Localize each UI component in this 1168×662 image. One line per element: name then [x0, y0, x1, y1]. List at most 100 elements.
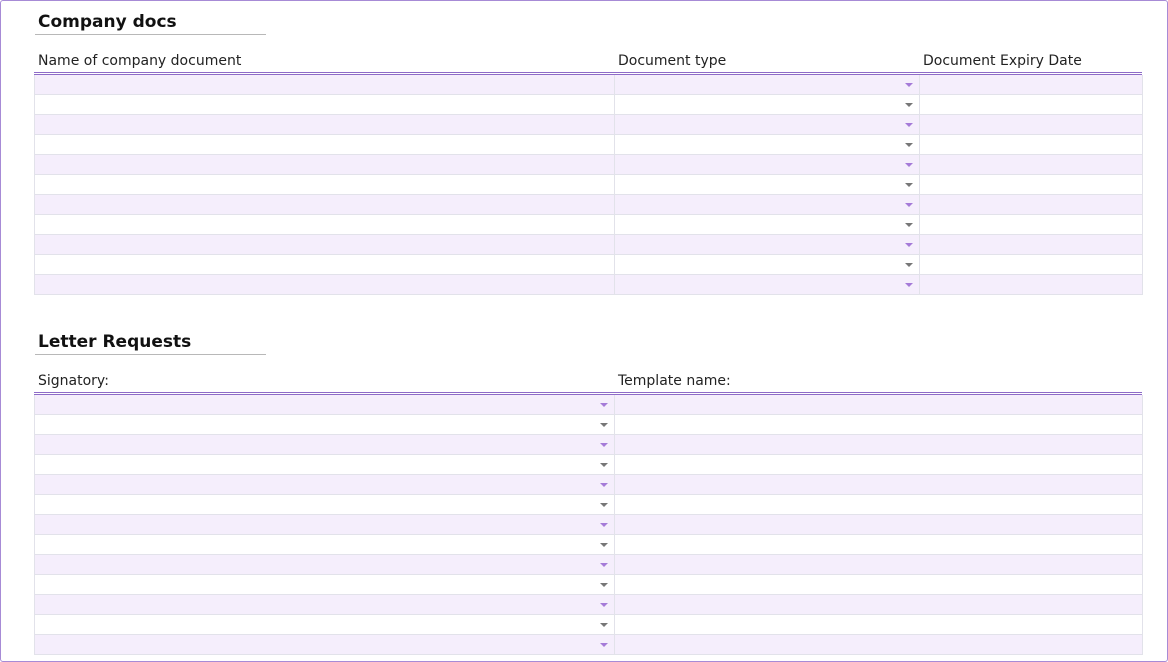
- company-docs-cell-document-type[interactable]: [615, 255, 920, 274]
- dropdown-arrow-icon[interactable]: [600, 463, 608, 467]
- dropdown-arrow-icon[interactable]: [600, 603, 608, 607]
- company-docs-cell-document-name[interactable]: [34, 175, 615, 194]
- letter-requests-row: [34, 615, 1143, 635]
- dropdown-arrow-icon[interactable]: [905, 143, 913, 147]
- company-docs-cell-document-name[interactable]: [34, 115, 615, 134]
- company-docs-cell-document-name[interactable]: [34, 275, 615, 294]
- dropdown-arrow-icon[interactable]: [600, 443, 608, 447]
- company-docs-cell-document-expiry-date[interactable]: [920, 155, 1143, 174]
- company-docs-cell-document-expiry-date[interactable]: [920, 115, 1143, 134]
- company-docs-cell-document-name[interactable]: [34, 75, 615, 94]
- company-docs-cell-document-name[interactable]: [34, 255, 615, 274]
- letter-requests-row: [34, 595, 1143, 615]
- company-docs-cell-document-name[interactable]: [34, 95, 615, 114]
- company-docs-table: [34, 75, 1143, 295]
- company-docs-row: [34, 215, 1143, 235]
- letter-requests-cell-signatory[interactable]: [34, 635, 615, 654]
- company-docs-cell-document-expiry-date[interactable]: [920, 175, 1143, 194]
- letter-requests-cell-template-name[interactable]: [615, 495, 1143, 514]
- letter-requests-cell-signatory[interactable]: [34, 615, 615, 634]
- dropdown-arrow-icon[interactable]: [600, 543, 608, 547]
- dropdown-arrow-icon[interactable]: [905, 283, 913, 287]
- letter-requests-row: [34, 535, 1143, 555]
- company-docs-cell-document-name[interactable]: [34, 235, 615, 254]
- letter-requests-cell-signatory[interactable]: [34, 515, 615, 534]
- company-docs-cell-document-name[interactable]: [34, 195, 615, 214]
- letter-requests-cell-template-name[interactable]: [615, 435, 1143, 454]
- company-docs-row: [34, 75, 1143, 95]
- company-docs-cell-document-expiry-date[interactable]: [920, 195, 1143, 214]
- letter-requests-row: [34, 575, 1143, 595]
- dropdown-arrow-icon[interactable]: [600, 563, 608, 567]
- letter-requests-cell-signatory[interactable]: [34, 495, 615, 514]
- letter-requests-cell-signatory[interactable]: [34, 535, 615, 554]
- dropdown-arrow-icon[interactable]: [600, 423, 608, 427]
- dropdown-arrow-icon[interactable]: [600, 523, 608, 527]
- letter-requests-cell-template-name[interactable]: [615, 635, 1143, 654]
- dropdown-arrow-icon[interactable]: [600, 483, 608, 487]
- company-docs-cell-document-expiry-date[interactable]: [920, 235, 1143, 254]
- dropdown-arrow-icon[interactable]: [600, 403, 608, 407]
- company-docs-cell-document-name[interactable]: [34, 155, 615, 174]
- letter-requests-row: [34, 635, 1143, 655]
- company-docs-row: [34, 175, 1143, 195]
- company-docs-cell-document-type[interactable]: [615, 275, 920, 294]
- company-docs-cell-document-expiry-date[interactable]: [920, 255, 1143, 274]
- letter-requests-cell-template-name[interactable]: [615, 595, 1143, 614]
- company-docs-cell-document-expiry-date[interactable]: [920, 135, 1143, 154]
- letter-requests-cell-signatory[interactable]: [34, 455, 615, 474]
- company-docs-cell-document-expiry-date[interactable]: [920, 75, 1143, 94]
- company-docs-cell-document-type[interactable]: [615, 155, 920, 174]
- company-docs-cell-document-type[interactable]: [615, 175, 920, 194]
- letter-requests-cell-signatory[interactable]: [34, 595, 615, 614]
- letter-requests-cell-signatory[interactable]: [34, 555, 615, 574]
- company-docs-cell-document-expiry-date[interactable]: [920, 95, 1143, 114]
- letter-requests-cell-signatory[interactable]: [34, 575, 615, 594]
- dropdown-arrow-icon[interactable]: [905, 263, 913, 267]
- letter-requests-row: [34, 415, 1143, 435]
- dropdown-arrow-icon[interactable]: [600, 643, 608, 647]
- letter-requests-cell-template-name[interactable]: [615, 555, 1143, 574]
- letter-requests-cell-signatory[interactable]: [34, 415, 615, 434]
- letter-requests-cell-template-name[interactable]: [615, 535, 1143, 554]
- company-docs-cell-document-type[interactable]: [615, 195, 920, 214]
- company-docs-cell-document-name[interactable]: [34, 215, 615, 234]
- dropdown-arrow-icon[interactable]: [905, 183, 913, 187]
- dropdown-arrow-icon[interactable]: [600, 623, 608, 627]
- company-docs-cell-document-type[interactable]: [615, 95, 920, 114]
- dropdown-arrow-icon[interactable]: [905, 203, 913, 207]
- dropdown-arrow-icon[interactable]: [905, 83, 913, 87]
- letter-requests-cell-template-name[interactable]: [615, 455, 1143, 474]
- company-docs-cell-document-name[interactable]: [34, 135, 615, 154]
- column-header-document-type: Document type: [618, 53, 727, 69]
- letter-requests-cell-signatory[interactable]: [34, 435, 615, 454]
- dropdown-arrow-icon[interactable]: [905, 223, 913, 227]
- dropdown-arrow-icon[interactable]: [905, 123, 913, 127]
- dropdown-arrow-icon[interactable]: [905, 163, 913, 167]
- letter-requests-cell-template-name[interactable]: [615, 615, 1143, 634]
- dropdown-arrow-icon[interactable]: [600, 503, 608, 507]
- company-docs-row: [34, 255, 1143, 275]
- company-docs-cell-document-expiry-date[interactable]: [920, 215, 1143, 234]
- letter-requests-cell-template-name[interactable]: [615, 395, 1143, 414]
- letter-requests-cell-template-name[interactable]: [615, 575, 1143, 594]
- letter-requests-row: [34, 435, 1143, 455]
- company-docs-cell-document-type[interactable]: [615, 75, 920, 94]
- letter-requests-cell-signatory[interactable]: [34, 475, 615, 494]
- letter-requests-cell-template-name[interactable]: [615, 515, 1143, 534]
- letter-requests-row: [34, 515, 1143, 535]
- company-docs-cell-document-type[interactable]: [615, 235, 920, 254]
- company-docs-cell-document-type[interactable]: [615, 215, 920, 234]
- letter-requests-cell-template-name[interactable]: [615, 415, 1143, 434]
- dropdown-arrow-icon[interactable]: [905, 243, 913, 247]
- letter-requests-cell-signatory[interactable]: [34, 395, 615, 414]
- letter-requests-title-rule: [35, 354, 266, 355]
- letter-requests-cell-template-name[interactable]: [615, 475, 1143, 494]
- column-header-signatory: Signatory:: [38, 373, 109, 389]
- company-docs-row: [34, 195, 1143, 215]
- dropdown-arrow-icon[interactable]: [600, 583, 608, 587]
- dropdown-arrow-icon[interactable]: [905, 103, 913, 107]
- company-docs-cell-document-type[interactable]: [615, 135, 920, 154]
- company-docs-cell-document-type[interactable]: [615, 115, 920, 134]
- company-docs-cell-document-expiry-date[interactable]: [920, 275, 1143, 294]
